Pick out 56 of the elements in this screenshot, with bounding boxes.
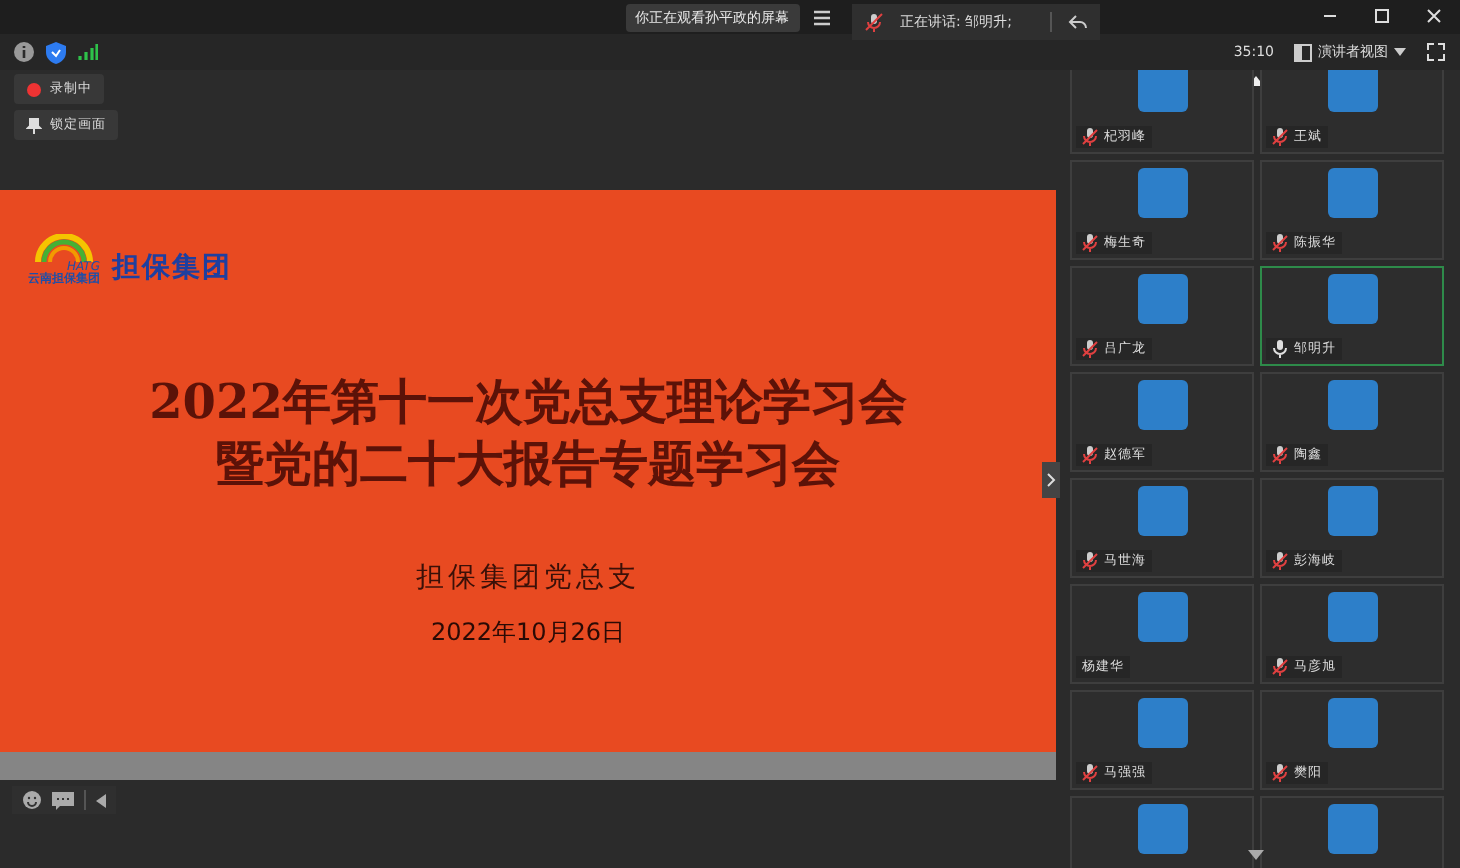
avatar-photo xyxy=(1327,168,1377,218)
avatar-photo xyxy=(1137,70,1187,112)
company-name: 担保集团 xyxy=(112,250,232,286)
muted-mic-icon xyxy=(1082,234,1098,252)
participant-tile[interactable] xyxy=(1070,796,1254,868)
muted-mic-icon xyxy=(1272,764,1288,782)
muted-mic-icon xyxy=(1082,128,1098,146)
panel-toggle-handle[interactable] xyxy=(1042,462,1060,498)
maximize-icon[interactable] xyxy=(1372,6,1392,26)
avatar-photo xyxy=(1137,804,1187,854)
avatar-photo xyxy=(1327,698,1377,748)
chat-icon[interactable] xyxy=(52,791,74,809)
menu-icon[interactable] xyxy=(811,7,831,27)
record-icon xyxy=(26,81,42,97)
fullscreen-icon[interactable] xyxy=(1426,42,1446,62)
caret-icon xyxy=(1394,48,1406,56)
signal-icon xyxy=(78,42,98,62)
chevron-right-icon xyxy=(1046,472,1056,488)
muted-mic-icon xyxy=(1082,764,1098,782)
date-text: 2022年10月26日 xyxy=(430,616,626,650)
collapse-arrow-icon[interactable] xyxy=(96,793,106,807)
scroll-down-icon[interactable] xyxy=(1248,850,1264,860)
muted-mic-icon xyxy=(1082,446,1098,464)
muted-mic-icon xyxy=(1272,128,1288,146)
muted-mic-icon xyxy=(1272,552,1288,570)
muted-mic-icon xyxy=(1272,234,1288,252)
muted-mic-icon xyxy=(1082,340,1098,358)
organizer-text: 担保集团党总支 xyxy=(416,560,640,596)
avatar-photo xyxy=(1327,486,1377,536)
avatar-photo xyxy=(1327,380,1377,430)
avatar-photo xyxy=(1137,486,1187,536)
avatar-photo xyxy=(1137,380,1187,430)
rainbow-logo-icon xyxy=(32,234,96,262)
participant-tile[interactable] xyxy=(1260,796,1444,868)
avatar-photo xyxy=(1137,698,1187,748)
avatar-photo xyxy=(1327,804,1377,854)
avatar-photo xyxy=(1327,70,1377,112)
muted-mic-icon xyxy=(1272,446,1288,464)
avatar-photo xyxy=(1137,274,1187,324)
shield-icon[interactable] xyxy=(46,41,66,63)
slide-title: 暨党的二十大报告专题学习会 xyxy=(215,432,840,494)
avatar-photo xyxy=(1137,592,1187,642)
muted-mic-icon[interactable] xyxy=(864,12,884,32)
pin-icon xyxy=(26,117,42,133)
mic-icon xyxy=(1272,340,1288,358)
avatar-photo xyxy=(1327,274,1377,324)
muted-mic-icon xyxy=(1082,552,1098,570)
muted-mic-icon xyxy=(1272,658,1288,676)
avatar-photo xyxy=(1137,168,1187,218)
slide-title: 2022年第十一次党总支理论学习会 xyxy=(149,370,907,432)
reply-icon[interactable] xyxy=(1068,12,1088,32)
layout-icon xyxy=(1294,43,1312,61)
avatar-photo xyxy=(1327,592,1377,642)
emoji-icon[interactable] xyxy=(22,790,42,810)
close-icon[interactable] xyxy=(1424,6,1444,26)
info-icon[interactable] xyxy=(14,42,34,62)
